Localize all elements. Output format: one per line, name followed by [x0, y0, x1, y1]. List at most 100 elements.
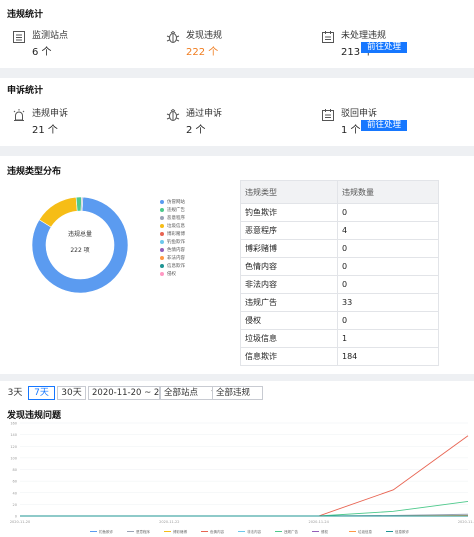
table-row: 违规广告 33 [240, 293, 439, 312]
x-tick-label: 2020-11-20 [10, 520, 30, 524]
table-row: 博彩赌博 0 [240, 239, 439, 258]
table-header-cell: 违规类型 [240, 180, 338, 204]
legend-item[interactable]: 垃圾信息 [160, 223, 185, 231]
legend-dot [160, 271, 164, 276]
legend-dot [160, 231, 164, 236]
legend-label: 色情内容 [167, 248, 185, 253]
bug-icon [166, 108, 180, 121]
date-range-value: 2020-11-20 ~ 20 [92, 388, 160, 398]
range-3-days-button[interactable]: 3天 [4, 386, 26, 400]
legend-label: 侵权 [167, 272, 176, 277]
violation-type-select[interactable]: 全部违规 [212, 386, 263, 400]
card-label: 违规申诉 [32, 109, 69, 119]
legend-dot [160, 223, 164, 228]
card-label: 发现违规 [186, 31, 223, 41]
legend-dot [160, 239, 164, 244]
legend-item[interactable]: 博彩赌博 [160, 231, 185, 239]
donut-slice [38, 196, 78, 228]
x-tick-label: 2020-11-22 [159, 520, 179, 524]
y-tick-label: 140 [10, 433, 17, 437]
legend-label: 仿冒网站 [167, 200, 185, 205]
count-cell: 0 [337, 203, 439, 222]
legend-item[interactable]: 仿冒网站 [160, 199, 185, 207]
legend-label[interactable]: 博彩赌博 [173, 529, 187, 534]
legend-item[interactable]: 恶意程序 [160, 215, 185, 223]
calendar-icon [322, 31, 334, 43]
y-tick-label: 0 [15, 515, 17, 519]
legend-label[interactable]: 侵权 [321, 529, 329, 534]
legend-label[interactable]: 非法内容 [247, 529, 261, 534]
series-line [20, 435, 469, 517]
legend-dot [160, 263, 164, 268]
count-cell: 4 [337, 221, 439, 240]
table-row: 信息欺诈 184 [240, 347, 439, 366]
appeal-stats-title: 申诉统计 [7, 86, 44, 96]
legend-item[interactable]: 钓鱼欺诈 [160, 239, 185, 247]
legend-label[interactable]: 恶意程序 [136, 529, 150, 534]
table-row: 侵权 0 [240, 311, 439, 330]
go-handle-button[interactable]: 前往处理 [361, 42, 408, 53]
type-cell: 非法内容 [240, 275, 338, 294]
y-tick-label: 100 [10, 456, 17, 460]
legend-label[interactable]: 违规广告 [284, 529, 298, 534]
count-cell: 33 [337, 293, 439, 312]
legend-item[interactable]: 违规广告 [160, 207, 185, 215]
legend-item[interactable]: 信息欺诈 [160, 263, 185, 271]
type-select-value: 全部违规 [216, 388, 251, 398]
legend-label[interactable]: 色情内容 [210, 529, 224, 534]
x-tick-label: 2020-11-24 [308, 520, 329, 524]
card-label: 监测站点 [32, 31, 69, 41]
legend-label: 博彩赌博 [167, 232, 185, 237]
table-header-cell: 违规数量 [337, 180, 439, 204]
card-value: 1 个 [341, 125, 361, 136]
legend-label[interactable]: 信息欺诈 [395, 529, 409, 534]
violation-stats-title: 违规统计 [7, 10, 44, 20]
card-value: 6 个 [32, 47, 52, 58]
site-select[interactable]: 全部站点▼ [160, 386, 219, 400]
y-tick-label: 40 [13, 491, 17, 495]
legend-label: 垃圾信息 [167, 224, 185, 229]
violation-stats-panel: 违规统计 监测站点 6 个 发现违规 222 个 未处理违规 213 个 前往处… [0, 0, 474, 68]
trend-line-chart: 0 20 40 60 80 100 120 140 160 2020-11-20 2020-11-2… [10, 422, 474, 535]
type-cell: 侵权 [240, 311, 338, 330]
legend-dot [160, 199, 164, 204]
y-tick-label: 80 [13, 468, 17, 472]
count-cell: 0 [337, 275, 439, 294]
count-cell: 0 [337, 311, 439, 330]
distribution-title: 违规类型分布 [7, 167, 62, 177]
list-icon [13, 31, 25, 43]
table-row: 垃圾信息 1 [240, 329, 439, 348]
table-row: 色情内容 0 [240, 257, 439, 276]
legend-label[interactable]: 垃圾信息 [358, 529, 372, 534]
table-row: 恶意程序 4 [240, 221, 439, 240]
type-cell: 钓鱼欺诈 [240, 203, 338, 222]
site-select-value: 全部站点 [164, 388, 199, 398]
count-cell: 184 [337, 347, 439, 366]
legend-label: 非法内容 [167, 256, 185, 261]
count-cell: 1 [337, 329, 439, 348]
donut-slice [75, 196, 82, 212]
donut-center-label: 违规总量 [67, 231, 92, 238]
table-row: 非法内容 0 [240, 275, 439, 294]
card-value: 2 个 [186, 125, 206, 136]
range-30-days-button[interactable]: 30天 [57, 386, 86, 400]
date-range-picker[interactable]: 2020-11-20 ~ 20 [88, 386, 160, 400]
legend-item[interactable]: 色情内容 [160, 247, 185, 255]
range-7-days-button[interactable]: 7天 [28, 386, 55, 400]
table-row: 钓鱼欺诈 0 [240, 203, 439, 222]
type-cell: 恶意程序 [240, 221, 338, 240]
legend-dot [160, 255, 164, 260]
legend-item[interactable]: 非法内容 [160, 255, 185, 263]
type-cell: 违规广告 [240, 293, 338, 312]
x-tick-label: 2020-11-26 [458, 520, 474, 524]
legend-label[interactable]: 钓鱼欺诈 [99, 529, 113, 534]
series-line [20, 501, 469, 517]
legend-item[interactable]: 侵权 [160, 271, 176, 279]
type-cell: 博彩赌博 [240, 239, 338, 258]
legend-label: 恶意程序 [167, 216, 185, 221]
count-cell: 0 [337, 239, 439, 258]
go-handle-appeal-button[interactable]: 前往处理 [361, 120, 408, 131]
type-cell: 信息欺诈 [240, 347, 338, 366]
bug-icon [166, 30, 180, 43]
donut-center-value: 222 项 [70, 247, 90, 254]
